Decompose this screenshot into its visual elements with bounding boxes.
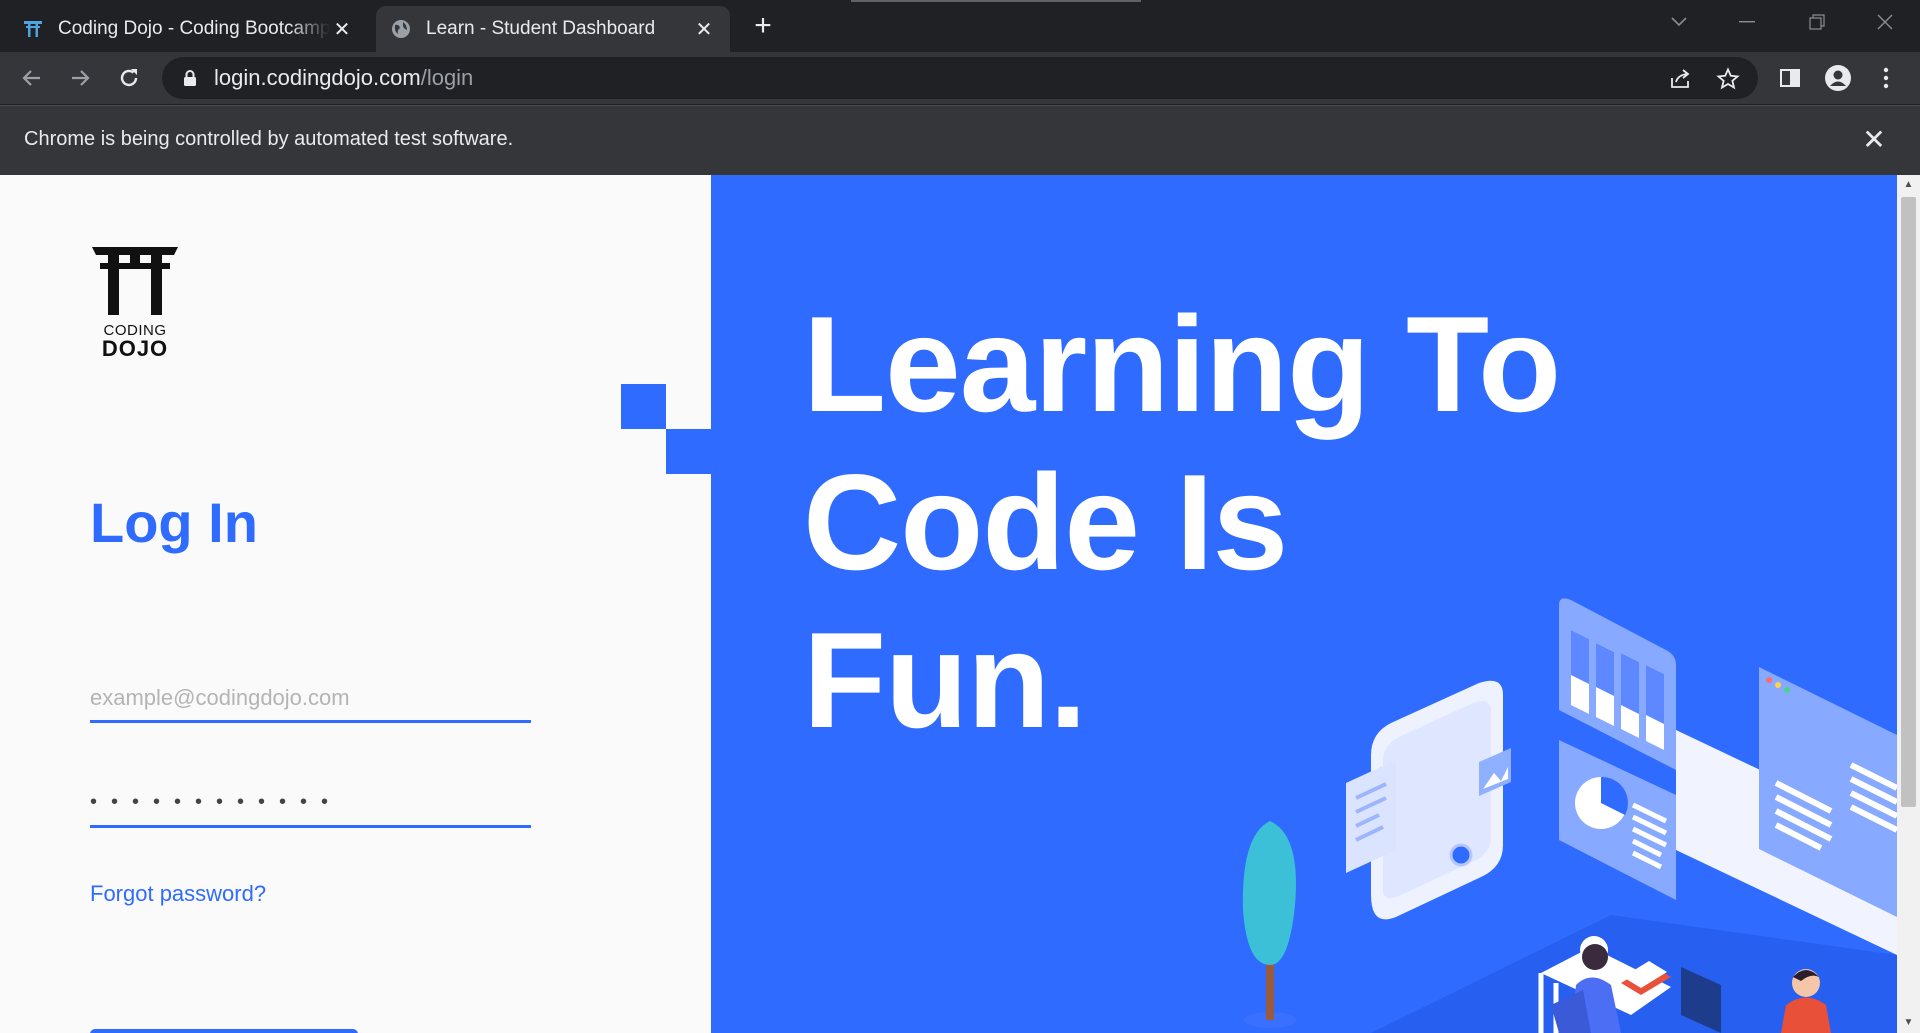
tab-coding-dojo[interactable]: Coding Dojo - Coding Bootcamps ✕: [8, 6, 368, 52]
automation-infobar: Chrome is being controlled by automated …: [0, 105, 1920, 175]
close-tab-icon[interactable]: ✕: [330, 17, 354, 41]
scroll-down-arrow-icon[interactable]: ▼: [1897, 1013, 1920, 1033]
scroll-up-arrow-icon[interactable]: ▲: [1897, 175, 1920, 195]
page-scrollbar[interactable]: ▲ ▼: [1897, 175, 1920, 1033]
scrollbar-thumb[interactable]: [1901, 197, 1916, 807]
tab-title: Learn - Student Dashboard: [426, 18, 656, 39]
close-infobar-icon[interactable]: ✕: [1858, 124, 1890, 156]
bookmark-star-icon[interactable]: [1714, 65, 1742, 93]
close-tab-icon[interactable]: ✕: [692, 17, 716, 41]
lock-icon[interactable]: [180, 68, 200, 88]
coding-dojo-torii-icon: [22, 18, 44, 40]
side-panel-icon[interactable]: [1774, 62, 1806, 94]
new-tab-button[interactable]: +: [748, 11, 778, 42]
minimize-window-icon[interactable]: [1716, 0, 1778, 44]
tab-search-icon[interactable]: [1648, 0, 1710, 44]
learning-illustration: [1242, 598, 1897, 1033]
coding-dojo-logo[interactable]: CODING DOJO: [90, 245, 180, 361]
login-panel: CODING DOJO Log In Forgot password?: [0, 175, 711, 1033]
email-field[interactable]: [90, 675, 531, 723]
browser-toolbar: login.codingdojo.com/login: [0, 52, 1920, 104]
more-menu-icon[interactable]: [1870, 62, 1902, 94]
url-path: /login: [420, 65, 474, 90]
url-host: login.codingdojo.com: [214, 65, 421, 90]
tab-student-dashboard[interactable]: Learn - Student Dashboard ✕: [376, 6, 730, 52]
forward-arrow-icon[interactable]: [64, 62, 96, 94]
page-title: Log In: [90, 491, 258, 554]
profile-avatar-icon[interactable]: [1822, 62, 1854, 94]
tab-strip-top-indicator: [851, 0, 1141, 2]
page-viewport: CODING DOJO Log In Forgot password? Lear…: [0, 175, 1897, 1033]
infobar-message: Chrome is being controlled by automated …: [24, 128, 514, 150]
decorative-pixel-block: [621, 384, 666, 429]
tab-strip: Coding Dojo - Coding Bootcamps ✕ Learn -…: [0, 0, 1920, 52]
restore-window-icon[interactable]: [1786, 0, 1848, 44]
password-field[interactable]: [90, 780, 531, 828]
forgot-password-link[interactable]: Forgot password?: [90, 881, 266, 907]
share-icon[interactable]: [1666, 65, 1694, 93]
globe-icon: [390, 18, 412, 40]
close-window-icon[interactable]: [1854, 0, 1916, 44]
address-bar[interactable]: login.codingdojo.com/login: [162, 57, 1758, 99]
back-arrow-icon[interactable]: [16, 62, 48, 94]
reload-icon[interactable]: [113, 62, 145, 94]
hero-panel: Learning To Code Is Fun.: [711, 175, 1897, 1033]
torii-gate-icon: [92, 247, 178, 315]
tab-title: Coding Dojo - Coding Bootcamps: [58, 18, 330, 39]
logo-text-dojo: DOJO: [101, 336, 169, 361]
login-button[interactable]: [90, 1029, 358, 1033]
hero-line: Learning To: [803, 288, 1561, 440]
decorative-pixel-block: [666, 429, 711, 474]
